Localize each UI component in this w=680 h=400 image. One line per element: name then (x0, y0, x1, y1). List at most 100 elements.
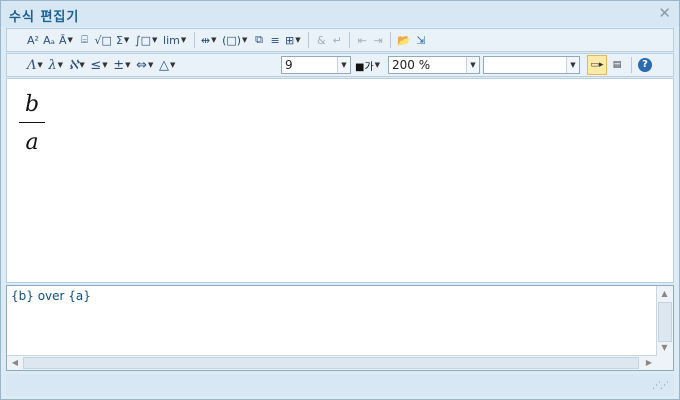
zoom-value: 200 % (392, 58, 431, 72)
color-button[interactable]: ■가 ▼ (353, 55, 384, 75)
chevron-down-icon[interactable]: ▼ (337, 57, 350, 73)
symbols-button[interactable]: ℵ ▼ (67, 55, 89, 75)
chevron-down-icon: ▼ (67, 36, 73, 44)
color-icon: ■가 (355, 61, 374, 73)
triangle-icon: △ (159, 57, 170, 73)
scroll-left-icon[interactable]: ◀ (8, 356, 22, 370)
paren-icon: (□) (222, 33, 242, 47)
chevron-down-icon: ▼ (102, 61, 108, 69)
misc-button[interactable]: △ ▼ (157, 55, 179, 75)
toolbar-symbols: Λ ▼ λ ▼ ℵ ▼ ≤ ▼ ± ▼ ⇔ ▼ △ ▼ 9 ▼ ■가 ▼ 200 % ▼ ▼ ▭… (6, 53, 674, 77)
chevron-down-icon[interactable]: ▼ (466, 57, 479, 73)
grid-button[interactable]: ⊞ ▼ (283, 30, 304, 50)
chevron-down-icon: ▼ (180, 36, 187, 44)
relation-icon: ≤ (90, 57, 102, 73)
window-title: 수식 편집기 (9, 10, 80, 25)
paren-button[interactable]: (□) ▼ (220, 30, 251, 50)
greek-lower-icon: λ (48, 57, 57, 73)
chevron-down-icon: ▼ (125, 61, 131, 69)
font-name-select[interactable]: ▼ (483, 56, 580, 74)
aleph-icon: ℵ (68, 57, 79, 73)
toolbar-structures: A² Aₐ Ā ▼ ⌸ √□ Σ ▼ ∫□ ▼ lim ▼ ⇹ ▼ (□) ▼ ⧉ ≡ ⊞ ▼… (6, 28, 674, 52)
integral-icon: ∫□ (134, 33, 152, 47)
view-script-icon: ▤ (612, 60, 622, 70)
grid-icon: ⊞ (285, 33, 295, 47)
superscript-button[interactable]: A² (25, 30, 41, 50)
operator-button[interactable]: ± ▼ (111, 55, 134, 75)
greek-lower-button[interactable]: λ ▼ (46, 55, 66, 75)
zoom-select[interactable]: 200 % ▼ (388, 56, 480, 74)
help-button[interactable]: ? (636, 55, 654, 75)
font-size-value: 9 (285, 58, 293, 72)
horizontal-scrollbar[interactable]: ◀ ▶ (7, 355, 657, 370)
greek-upper-button[interactable]: Λ ▼ (25, 55, 46, 75)
limit-button[interactable]: lim ▼ (161, 30, 190, 50)
toolbar-separator (349, 32, 351, 48)
newline-button[interactable]: ↵ (329, 30, 345, 50)
toolbar-separator (390, 32, 392, 48)
open-button[interactable]: 📂 (395, 30, 413, 50)
chevron-down-icon: ▼ (295, 36, 301, 44)
numerator[interactable]: b (19, 91, 45, 119)
greek-upper-icon: Λ (27, 57, 37, 73)
horizontal-scroll-thumb[interactable] (23, 357, 639, 369)
denominator[interactable]: a (19, 129, 45, 157)
script-editor[interactable]: {b} over {a} ▲ ▼ ◀ ▶ (6, 285, 674, 371)
insert-button[interactable]: ⇲ (413, 30, 429, 50)
vertical-scroll-thumb[interactable] (658, 302, 672, 342)
view-script-button[interactable]: ▤ (607, 55, 627, 75)
chevron-down-icon: ▼ (170, 61, 176, 69)
fraction-button[interactable]: ⌸ (77, 30, 93, 50)
matrix-button[interactable]: ⧉ (251, 30, 267, 50)
chevron-down-icon: ▼ (152, 36, 158, 44)
script-text[interactable]: {b} over {a} (11, 289, 91, 303)
vertical-scrollbar[interactable]: ▲ ▼ (656, 286, 673, 356)
chevron-down-icon: ▼ (148, 61, 154, 69)
font-size-select[interactable]: 9 ▼ (281, 56, 351, 74)
next-button[interactable]: ⇥ (370, 30, 386, 50)
chevron-down-icon: ▼ (211, 36, 217, 44)
scroll-right-icon[interactable]: ▶ (642, 356, 656, 370)
sum-button[interactable]: Σ ▼ (114, 30, 133, 50)
operator-icon: ± (113, 57, 125, 73)
long-arrow-icon: ⇹ (200, 33, 211, 47)
toolbar-separator (193, 32, 195, 48)
align-button[interactable]: & (313, 30, 329, 50)
chevron-down-icon: ▼ (79, 61, 85, 69)
decoration-icon: Ā (59, 33, 67, 47)
subscript-button[interactable]: Aₐ (41, 30, 57, 50)
long-arrow-button[interactable]: ⇹ ▼ (199, 30, 220, 50)
chevron-down-icon: ▼ (57, 61, 64, 69)
chevron-down-icon: ▼ (37, 61, 43, 69)
toolbar-separator (308, 32, 310, 48)
close-icon[interactable]: ✕ (658, 4, 671, 22)
limit-icon: lim (163, 33, 180, 47)
fraction[interactable]: b a (19, 91, 45, 157)
equation-view[interactable]: b a (6, 78, 674, 283)
equation-editor-window: 수식 편집기 ✕ A² Aₐ Ā ▼ ⌸ √□ Σ ▼ ∫□ ▼ lim ▼ ⇹ ▼ (□… (0, 0, 680, 400)
arrow-icon: ⇔ (136, 57, 148, 73)
help-icon: ? (638, 58, 652, 72)
arrow-button[interactable]: ⇔ ▼ (134, 55, 157, 75)
scrollbar-corner (657, 356, 673, 370)
chevron-down-icon: ▼ (123, 36, 130, 44)
title-bar: 수식 편집기 ✕ (1, 1, 679, 27)
relation-button[interactable]: ≤ ▼ (88, 55, 111, 75)
view-equation-icon: ▭▸ (590, 60, 604, 70)
chevron-down-icon[interactable]: ▼ (566, 57, 579, 73)
resize-grip-icon[interactable]: ⋰⋰ (652, 381, 669, 391)
toolbar-separator (631, 57, 632, 73)
scroll-up-icon[interactable]: ▲ (658, 287, 671, 301)
prev-button[interactable]: ⇤ (354, 30, 370, 50)
root-button[interactable]: √□ (93, 30, 114, 50)
decoration-button[interactable]: Ā ▼ (57, 30, 77, 50)
fraction-bar (19, 122, 45, 123)
status-bar: ⋰⋰ (6, 374, 674, 396)
chevron-down-icon: ▼ (374, 61, 381, 69)
lines-button[interactable]: ≡ (267, 30, 283, 50)
scroll-down-icon[interactable]: ▼ (658, 341, 671, 355)
chevron-down-icon: ▼ (242, 36, 248, 44)
sum-icon: Σ (115, 33, 123, 47)
view-equation-button[interactable]: ▭▸ (587, 55, 607, 75)
integral-button[interactable]: ∫□ ▼ (133, 30, 161, 50)
